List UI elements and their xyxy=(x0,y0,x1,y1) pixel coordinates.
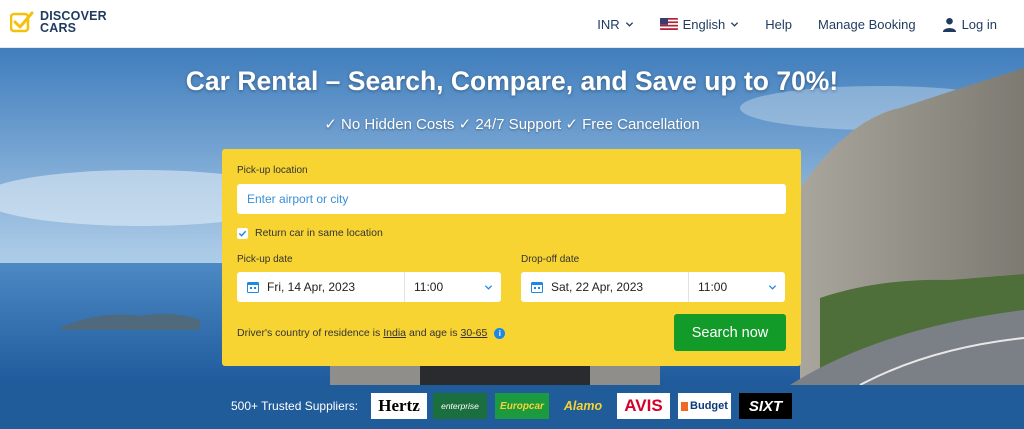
supplier-logo-europcar: Europcar xyxy=(495,393,549,419)
supplier-logo-alamo: Alamo xyxy=(563,399,603,413)
logo-checkmark-icon xyxy=(10,11,34,33)
supplier-logo-sixt: SIXT xyxy=(739,393,792,419)
language-selector[interactable]: English xyxy=(647,0,753,48)
chevron-down-icon xyxy=(768,284,777,290)
pickup-date-value: Fri, 14 Apr, 2023 xyxy=(267,280,356,294)
manage-booking-link[interactable]: Manage Booking xyxy=(805,0,929,48)
residence-prefix: Driver's country of residence is xyxy=(237,327,381,339)
pickup-location-input[interactable] xyxy=(237,184,786,214)
discover-cars-logo[interactable]: DISCOVER CARS xyxy=(10,10,107,34)
return-same-location-toggle[interactable]: Return car in same location xyxy=(237,227,383,239)
checkmark-icon xyxy=(238,230,247,237)
dropoff-date-value: Sat, 22 Apr, 2023 xyxy=(551,280,644,294)
hero-title: Car Rental – Search, Compare, and Save u… xyxy=(185,66,839,96)
hero-section: Car Rental – Search, Compare, and Save u… xyxy=(0,48,1024,385)
dropoff-date-input[interactable]: Sat, 22 Apr, 2023 xyxy=(521,272,689,302)
user-icon xyxy=(942,17,956,32)
residence-mid: and age is xyxy=(409,327,458,339)
dropoff-time-value: 11:00 xyxy=(698,280,728,294)
pickup-location-label: Pick-up location xyxy=(237,165,308,176)
pickup-datetime-field: Fri, 14 Apr, 2023 11:00 xyxy=(237,272,501,302)
manage-booking-label: Manage Booking xyxy=(818,16,916,32)
chevron-down-icon xyxy=(625,21,633,27)
hero-subtitle: ✓ No Hidden Costs ✓ 24/7 Support ✓ Free … xyxy=(324,116,700,133)
dropoff-datetime-field: Sat, 22 Apr, 2023 11:00 xyxy=(521,272,785,302)
currency-label: INR xyxy=(597,16,620,32)
suppliers-band: 500+ Trusted Suppliers: Hertz enterprise… xyxy=(0,385,1024,429)
login-link[interactable]: Log in xyxy=(929,0,1010,48)
supplier-logo-hertz: Hertz xyxy=(371,393,427,419)
calendar-icon xyxy=(247,282,259,293)
driver-residence-line: Driver's country of residence is India a… xyxy=(237,327,506,339)
main-nav: INR English Help Manage Booking Log in xyxy=(584,0,1010,48)
us-flag-icon xyxy=(659,18,678,30)
pickup-date-label: Pick-up date xyxy=(237,254,293,265)
help-label: Help xyxy=(765,16,792,32)
suppliers-label: 500+ Trusted Suppliers: xyxy=(231,399,359,413)
calendar-icon xyxy=(531,282,543,293)
pickup-date-input[interactable]: Fri, 14 Apr, 2023 xyxy=(237,272,405,302)
supplier-logo-enterprise: enterprise xyxy=(433,393,487,419)
logo-text: DISCOVER CARS xyxy=(40,9,107,35)
residence-country-link[interactable]: India xyxy=(383,327,406,339)
supplier-logo-budget: Budget xyxy=(678,393,731,419)
language-label: English xyxy=(682,16,726,32)
supplier-logo-avis: AVIS xyxy=(617,393,670,419)
chevron-down-icon xyxy=(731,21,739,27)
dropoff-date-label: Drop-off date xyxy=(521,254,580,265)
login-label: Log in xyxy=(961,16,997,32)
chevron-down-icon xyxy=(484,284,493,290)
return-same-checkbox[interactable] xyxy=(237,227,248,239)
pickup-time-select[interactable]: 11:00 xyxy=(405,272,501,302)
currency-selector[interactable]: INR xyxy=(584,0,646,48)
info-icon[interactable]: i xyxy=(494,327,506,339)
search-panel: Pick-up location Return car in same loca… xyxy=(222,149,801,366)
return-same-label: Return car in same location xyxy=(255,227,383,239)
search-now-button[interactable]: Search now xyxy=(674,314,786,351)
dropoff-time-select[interactable]: 11:00 xyxy=(689,272,785,302)
top-header: DISCOVER CARS INR English Help Manage Bo… xyxy=(0,0,1024,48)
pickup-time-value: 11:00 xyxy=(414,280,444,294)
driver-age-link[interactable]: 30-65 xyxy=(460,327,487,339)
help-link[interactable]: Help xyxy=(752,0,805,48)
